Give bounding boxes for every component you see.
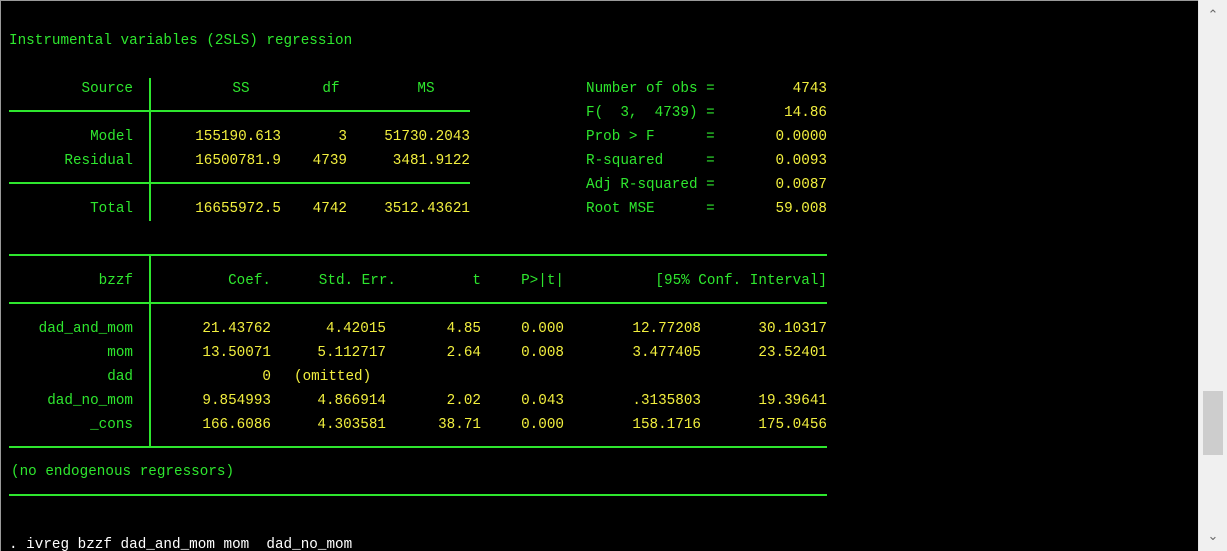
coef-row-p: 0.000	[521, 321, 564, 337]
coef-row-ci-low: 158.1716	[632, 417, 701, 433]
stat-value: 14.86	[784, 105, 827, 121]
coef-row-var: mom	[107, 345, 133, 361]
coef-row-t: 2.02	[446, 393, 481, 409]
coef-header-t: t	[472, 273, 481, 289]
stat-label: R-squared =	[586, 153, 715, 169]
stat-label: Number of obs =	[586, 81, 715, 97]
scrollbar-thumb[interactable]	[1203, 391, 1223, 455]
coef-bottom-rule	[9, 446, 827, 448]
coef-row-coef: 13.50071	[202, 345, 271, 361]
anova-row-ss: 155190.613	[195, 129, 281, 145]
stat-label: Root MSE =	[586, 201, 715, 217]
coef-row-ci-high: 23.52401	[758, 345, 827, 361]
coef-row-ci-low: 3.477405	[632, 345, 701, 361]
coef-row-coef: 21.43762	[202, 321, 271, 337]
coef-row-p: 0.008	[521, 345, 564, 361]
stat-label: Adj R-squared =	[586, 177, 715, 193]
anova-row-ss: 16500781.9	[195, 153, 281, 169]
coef-row-se: 4.866914	[317, 393, 386, 409]
anova-row-ss: 16655972.5	[195, 201, 281, 217]
coef-row-ci-low: .3135803	[632, 393, 701, 409]
coef-row-se: 4.303581	[317, 417, 386, 433]
anova-header-ss: SS	[232, 81, 250, 97]
chevron-down-icon[interactable]: ⌄	[1199, 527, 1227, 547]
coef-row-se: 5.112717	[317, 345, 386, 361]
anova-header-source: Source	[81, 81, 133, 97]
anova-row-df: 4742	[312, 201, 347, 217]
coef-row-se: 4.42015	[325, 321, 386, 337]
anova-row-source: Total	[90, 201, 133, 217]
coef-row-t: 38.71	[438, 417, 481, 433]
chevron-up-icon[interactable]: ⌃	[1199, 6, 1227, 26]
anova-row-ms: 3481.9122	[392, 153, 470, 169]
coef-row-var: dad_no_mom	[47, 393, 133, 409]
coef-row-var: _cons	[90, 417, 133, 433]
stat-value: 0.0093	[775, 153, 827, 169]
anova-row-df: 3	[338, 129, 347, 145]
coef-row-coef: 166.6086	[202, 417, 271, 433]
coef-top-rule	[9, 254, 827, 256]
coef-row-t: 2.64	[446, 345, 481, 361]
anova-header-rule	[9, 110, 470, 112]
anova-row-source: Residual	[64, 153, 133, 169]
endogenous-note: (no endogenous regressors)	[11, 464, 235, 480]
coef-row-p: 0.000	[521, 417, 564, 433]
vertical-scrollbar[interactable]: ⌃ ⌄	[1198, 0, 1227, 551]
anova-total-rule	[9, 182, 470, 184]
command-line[interactable]: . ivreg bzzf dad_and_mom mom dad_no_mom	[9, 536, 352, 551]
anova-header-df: df	[322, 81, 340, 97]
coef-header-p: P>|t|	[521, 273, 564, 289]
coef-row-ci-low: 12.77208	[632, 321, 701, 337]
stat-value: 0.0000	[775, 129, 827, 145]
coef-row-coef: 0	[262, 369, 271, 385]
coef-header-var: bzzf	[98, 273, 133, 289]
stat-label: F( 3, 4739) =	[586, 105, 715, 121]
regression-title: Instrumental variables (2SLS) regression	[9, 33, 353, 49]
coef-row-omitted: (omitted)	[294, 369, 372, 385]
results-window: Instrumental variables (2SLS) regression…	[0, 0, 1198, 551]
coef-header-coef: Coef.	[228, 273, 271, 289]
stat-label: Prob > F =	[586, 129, 715, 145]
coef-row-ci-high: 30.10317	[758, 321, 827, 337]
coef-row-t: 4.85	[446, 321, 481, 337]
anova-row-source: Model	[90, 129, 133, 145]
coef-row-p: 0.043	[521, 393, 564, 409]
stat-value: 59.008	[775, 201, 827, 217]
coef-header-ci: [95% Conf. Interval]	[655, 273, 827, 289]
coef-row-coef: 9.854993	[202, 393, 271, 409]
stat-value: 0.0087	[775, 177, 827, 193]
note-bottom-rule	[9, 494, 827, 496]
coef-vertical-rule	[149, 254, 151, 447]
anova-row-df: 4739	[312, 153, 347, 169]
coef-row-var: dad_and_mom	[38, 321, 133, 337]
coef-row-ci-high: 19.39641	[758, 393, 827, 409]
stat-value: 4743	[792, 81, 827, 97]
coef-header-se: Std. Err.	[318, 273, 396, 289]
anova-row-ms: 51730.2043	[384, 129, 470, 145]
coef-header-rule	[9, 302, 827, 304]
anova-header-ms: MS	[417, 81, 435, 97]
coef-row-ci-high: 175.0456	[758, 417, 827, 433]
anova-vertical-rule	[149, 78, 151, 221]
anova-row-ms: 3512.43621	[384, 201, 470, 217]
coef-row-var: dad	[107, 369, 133, 385]
